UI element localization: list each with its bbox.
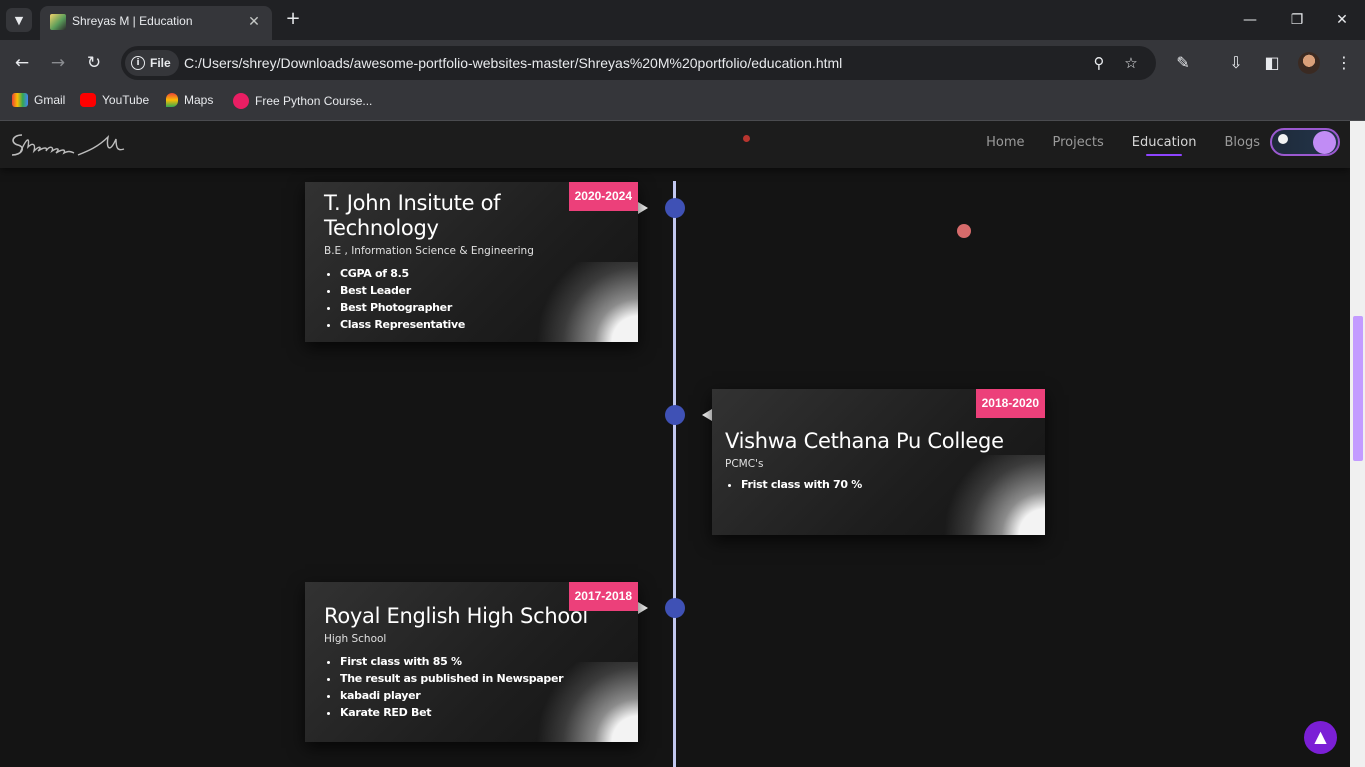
list-item: Best Leader (340, 282, 465, 299)
info-icon: i (131, 56, 145, 70)
bookmark-label: YouTube (102, 93, 150, 107)
list-item: Best Photographer (340, 299, 465, 316)
list-item: First class with 85 % (340, 653, 563, 670)
scroll-to-top-button[interactable]: ▲ (1304, 721, 1337, 754)
favicon-icon (50, 14, 66, 30)
education-card: 2018-2020 Vishwa Cethana Pu College PCMC… (712, 389, 1045, 535)
site-info-chip[interactable]: i File (125, 50, 179, 76)
browser-tabstrip: ▼ Shreyas M | Education ✕ + — ❐ ✕ (0, 0, 1365, 40)
nav-education[interactable]: Education (1132, 135, 1196, 156)
card-pointer (702, 409, 712, 421)
new-tab-button[interactable]: + (282, 8, 304, 30)
close-tab-icon[interactable]: ✕ (244, 12, 264, 32)
degree-subtitle: PCMC's (725, 458, 764, 470)
card-pointer (638, 602, 648, 614)
list-item: kabadi player (340, 687, 563, 704)
scrollbar-thumb[interactable] (1353, 316, 1363, 461)
education-card: Royal English High School 2017-2018 High… (305, 582, 638, 742)
decorative-dot (957, 224, 971, 238)
achievement-list: First class with 85 % The result as publ… (340, 653, 564, 721)
extensions-icon[interactable]: ✎ (1172, 52, 1194, 74)
list-item: Class Representative (340, 316, 465, 333)
toggle-knob (1313, 131, 1336, 154)
list-item: CGPA of 8.5 (340, 265, 465, 282)
bookmark-youtube[interactable]: YouTube (80, 93, 149, 107)
date-badge: 2020-2024 (568, 182, 638, 211)
site-header: Home Projects Education Blogs (0, 121, 1350, 168)
achievement-list: CGPA of 8.5 Best Leader Best Photographe… (340, 265, 465, 333)
back-icon[interactable]: ← (10, 51, 34, 75)
bookmarks-bar: Gmail YouTube Maps Free Python Course... (0, 86, 1365, 121)
degree-subtitle: B.E , Information Science & Engineering (324, 245, 534, 257)
timeline-dot (665, 405, 685, 425)
file-label: File (150, 56, 171, 70)
decorative-dot (743, 135, 750, 142)
bookmark-gmail[interactable]: Gmail (12, 93, 65, 107)
url-text[interactable]: C:/Users/shrey/Downloads/awesome-portfol… (184, 55, 842, 71)
side-panel-icon[interactable]: ◧ (1261, 52, 1283, 74)
tab-title: Shreyas M | Education (72, 14, 193, 28)
timeline-dot (665, 198, 685, 218)
bookmark-label: Gmail (34, 93, 66, 107)
achievement-list: Frist class with 70 % (741, 476, 862, 493)
card-speckle (518, 262, 638, 342)
date-badge: 2018-2020 (975, 389, 1045, 418)
date-badge: 2017-2018 (568, 582, 638, 611)
maps-icon (166, 93, 178, 107)
nav-home[interactable]: Home (986, 135, 1024, 150)
nav-blogs[interactable]: Blogs (1224, 135, 1260, 150)
python-course-icon (233, 93, 249, 109)
card-pointer (638, 202, 648, 214)
theme-toggle[interactable] (1270, 128, 1340, 156)
bookmark-label: Free Python Course... (255, 94, 373, 108)
tab-search-button[interactable]: ▼ (6, 8, 32, 32)
menu-icon[interactable]: ⋮ (1333, 52, 1355, 74)
reload-icon[interactable]: ↻ (82, 51, 106, 75)
page-scrollbar[interactable] (1350, 121, 1365, 767)
youtube-icon (80, 93, 96, 107)
close-window-icon[interactable]: ✕ (1327, 8, 1357, 32)
page-content: Home Projects Education Blogs 2020-2024 … (0, 121, 1350, 767)
bookmark-label: Maps (184, 93, 214, 107)
zoom-icon[interactable]: ⚲ (1089, 53, 1109, 73)
nav-projects[interactable]: Projects (1052, 135, 1103, 150)
degree-subtitle: High School (324, 633, 387, 645)
timeline-dot (665, 598, 685, 618)
profile-avatar[interactable] (1298, 52, 1320, 74)
gmail-icon (12, 93, 28, 107)
forward-icon[interactable]: → (46, 51, 70, 75)
download-icon[interactable]: ⇩ (1225, 52, 1247, 74)
list-item: Frist class with 70 % (741, 476, 862, 493)
moon-icon (1278, 134, 1288, 144)
list-item: The result as published in Newspaper (340, 670, 564, 687)
bookmark-maps[interactable]: Maps (166, 93, 213, 107)
restore-icon[interactable]: ❐ (1282, 8, 1312, 32)
main-nav: Home Projects Education Blogs (986, 135, 1260, 156)
timeline-line (673, 181, 676, 767)
list-item: Karate RED Bet (340, 704, 563, 721)
bookmark-star-icon[interactable]: ☆ (1121, 53, 1141, 73)
bookmark-python-course[interactable]: Free Python Course... (233, 93, 372, 109)
education-card: 2020-2024 T. John Insitute of Technology… (305, 182, 638, 342)
browser-tab[interactable]: Shreyas M | Education ✕ (40, 6, 272, 40)
logo-signature[interactable] (8, 125, 132, 163)
institution-title: T. John Insitute of Technology (324, 191, 501, 240)
browser-toolbar: ← → ↻ i File C:/Users/shrey/Downloads/aw… (0, 40, 1365, 86)
institution-title: Vishwa Cethana Pu College (725, 429, 1004, 453)
minimize-icon[interactable]: — (1235, 8, 1265, 32)
institution-title: Royal English High School (324, 604, 588, 628)
address-bar[interactable]: i File C:/Users/shrey/Downloads/awesome-… (121, 46, 1156, 80)
card-speckle (925, 455, 1045, 535)
